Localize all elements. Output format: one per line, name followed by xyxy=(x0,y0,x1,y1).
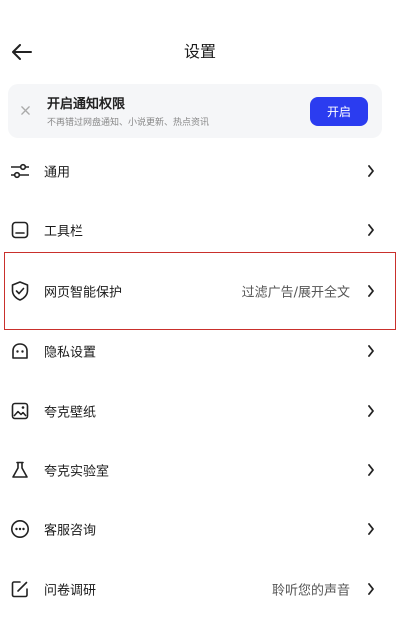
settings-item-label: 夸克壁纸 xyxy=(44,405,97,420)
banner-subtitle: 不再错过网盘通知、小说更新、热点资讯 xyxy=(47,118,210,128)
chevron-right-icon xyxy=(366,582,376,596)
settings-item-web-protection[interactable]: 网页智能保护 过滤广告/展开全文 xyxy=(0,261,400,320)
chevron-right-icon xyxy=(366,284,376,298)
settings-item-label: 隐私设置 xyxy=(44,345,97,360)
settings-item-value: 聆听您的声音 xyxy=(271,583,350,598)
settings-item-customer-service[interactable]: 客服咨询 xyxy=(0,499,400,558)
toolbar-icon xyxy=(10,220,30,240)
settings-item-toolbar[interactable]: 工具栏 xyxy=(0,200,400,259)
chevron-right-icon xyxy=(366,404,376,418)
settings-item-privacy[interactable]: 隐私设置 xyxy=(0,321,400,380)
settings-item-label: 客服咨询 xyxy=(44,523,97,538)
page-title: 设置 xyxy=(183,42,216,61)
close-icon xyxy=(20,105,30,115)
wallpaper-icon xyxy=(10,401,30,421)
close-banner-button[interactable] xyxy=(18,103,32,117)
settings-item-survey[interactable]: 问卷调研 聆听您的声音 xyxy=(0,559,400,618)
chevron-right-icon xyxy=(366,223,376,237)
settings-item-lab[interactable]: 夸克实验室 xyxy=(0,440,400,499)
settings-item-general[interactable]: 通用 xyxy=(0,141,400,200)
privacy-icon xyxy=(10,341,30,361)
flask-icon xyxy=(10,460,30,480)
settings-item-label: 夸克实验室 xyxy=(44,464,110,479)
settings-item-label: 工具栏 xyxy=(44,224,84,239)
survey-edit-icon xyxy=(10,579,30,599)
settings-item-label: 网页智能保护 xyxy=(44,285,123,300)
settings-item-label: 问卷调研 xyxy=(44,583,97,598)
chevron-right-icon xyxy=(366,344,376,358)
banner-title: 开启通知权限 xyxy=(47,97,126,112)
chevron-right-icon xyxy=(366,463,376,477)
shield-check-icon xyxy=(10,280,30,301)
enable-notifications-button[interactable]: 开启 xyxy=(310,97,368,126)
top-bar: 设置 xyxy=(0,30,400,74)
chevron-right-icon xyxy=(366,164,376,178)
settings-item-wallpaper[interactable]: 夸克壁纸 xyxy=(0,381,400,440)
sliders-icon xyxy=(10,161,30,181)
settings-item-label: 通用 xyxy=(44,165,71,180)
notification-permission-banner: 开启通知权限 不再错过网盘通知、小说更新、热点资讯 开启 xyxy=(8,84,382,138)
chat-icon xyxy=(10,519,30,539)
chevron-right-icon xyxy=(366,522,376,536)
settings-item-value: 过滤广告/展开全文 xyxy=(241,285,350,300)
